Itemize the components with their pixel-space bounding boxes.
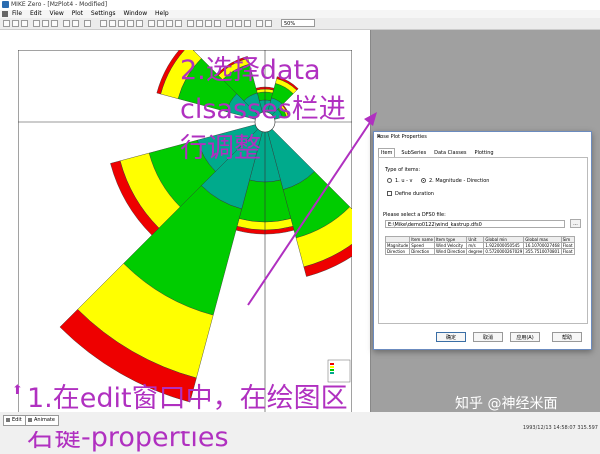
legend-swatch-4 [330,372,334,374]
pointer-arrow [247,112,377,306]
legend-swatch-1 [330,363,334,365]
rose-plot-properties-dialog: Rose Plot Properties ✕ Item SubSeries Da… [373,131,592,350]
apply-button[interactable]: 应用(A) [510,332,540,342]
tool-1-icon[interactable] [100,20,107,27]
open-file-icon[interactable] [12,20,19,27]
document-menu-icon[interactable] [2,11,8,17]
tab-edit[interactable]: Edit [3,415,26,426]
table-cell[interactable]: Direction [409,248,435,255]
document-tabs-bar: Edit Animate 1993/12/13 14:58:07 315.597 [0,412,600,431]
paste-icon[interactable] [51,20,58,27]
tool-12-icon[interactable] [205,20,212,27]
table-cell: Direction [384,248,411,255]
menu-edit[interactable]: Edit [30,10,42,18]
tool-11-icon[interactable] [196,20,203,27]
tool-5-icon[interactable] [136,20,143,27]
radio-magnitude-direction-label: 2. Magnitude - Direction [429,178,490,184]
workspace: 2.选择data clsasses栏进行调整 1.在edit窗口中，在绘图区右键… [0,30,600,453]
edit-icon [6,418,10,422]
help-icon[interactable] [84,20,91,27]
tool-17-icon[interactable] [256,20,263,27]
radio-uv[interactable] [387,178,392,183]
items-table: Item name Item type Unit Global min Glob… [384,236,575,255]
dfs0-path-input[interactable]: E:\Mike\demo0122\wind_kastrup.dfs0 [385,220,565,228]
cut-icon[interactable] [33,20,40,27]
dfs0-label: Please select a DFS0 file: [383,212,446,218]
define-duration-checkbox[interactable] [387,191,392,196]
type-label: Type of items: [385,167,421,173]
define-duration-label: Define duration [395,191,434,197]
tool-8-icon[interactable] [166,20,173,27]
table-cell: degree [466,248,485,255]
menu-window[interactable]: Window [123,10,147,18]
ok-button[interactable]: 确定 [436,332,466,342]
item-panel: Type of items: 1. u - v 2. Magnitude - D… [378,157,588,324]
table-cell: 0.5720000267029 [483,248,525,255]
close-icon[interactable]: ✕ [377,134,588,141]
status-text: 1993/12/13 14:58:07 315.597 [522,425,598,431]
arrow-up-icon: ⬆ [12,383,23,398]
tab-edit-label: Edit [12,417,22,423]
tool-15-icon[interactable] [235,20,242,27]
table-row[interactable]: Direction Direction Wind Direction degre… [384,248,575,255]
browse-button[interactable]: ... [570,219,581,228]
table-cell: 16.10700027468 [523,242,562,249]
radio-magnitude-direction[interactable] [421,178,426,183]
table-cell: Magnitude [384,242,411,249]
table-cell: Wind Direction [433,248,468,255]
legend-swatch-2 [330,366,334,368]
menu-bar: File Edit View Plot Settings Window Help [0,10,600,18]
tab-animate[interactable]: Animate [25,415,59,426]
tool-18-icon[interactable] [265,20,272,27]
tool-9-icon[interactable] [175,20,182,27]
animate-icon [28,418,32,422]
help-button[interactable]: 帮助 [552,332,582,342]
preview-icon[interactable] [72,20,79,27]
table-cell: Wind Velocity [433,242,468,249]
new-file-icon[interactable] [3,20,10,27]
table-cell: Float [560,242,575,249]
menu-help[interactable]: Help [155,10,169,18]
toolbar: 50% [0,18,600,30]
tool-3-icon[interactable] [118,20,125,27]
watermark: 知乎 @神经米面 [455,396,558,412]
table-cell: 355.7510070801 [523,248,562,255]
tool-6-icon[interactable] [148,20,155,27]
copy-icon[interactable] [42,20,49,27]
save-icon[interactable] [21,20,28,27]
menu-view[interactable]: View [50,10,64,18]
tool-2-icon[interactable] [109,20,116,27]
dialog-title-bar: Rose Plot Properties ✕ [374,132,591,142]
print-icon[interactable] [63,20,70,27]
app-icon [2,1,9,8]
tab-animate-label: Animate [34,417,55,423]
menu-file[interactable]: File [12,10,22,18]
plot-canvas[interactable]: 2.选择data clsasses栏进行调整 1.在edit窗口中，在绘图区右键… [0,30,377,453]
menu-plot[interactable]: Plot [72,10,83,18]
tool-13-icon[interactable] [214,20,221,27]
table-header: Item name [409,236,435,243]
radio-uv-label: 1. u - v [395,178,413,184]
window-title: MIKE Zero - [MzPlot4 - Modified] [11,1,108,8]
zoom-select[interactable]: 50% [281,19,315,27]
menu-settings[interactable]: Settings [91,10,116,18]
cancel-button[interactable]: 取消 [473,332,503,342]
table-cell: 1.922000050545 [483,242,525,249]
tool-14-icon[interactable] [226,20,233,27]
tool-4-icon[interactable] [127,20,134,27]
tool-16-icon[interactable] [244,20,251,27]
legend-swatch-3 [330,369,334,371]
dialog-tabs: Item SubSeries Data Classes Plotting [378,148,498,159]
table-cell: Float [560,248,575,255]
tool-10-icon[interactable] [187,20,194,27]
tool-7-icon[interactable] [157,20,164,27]
